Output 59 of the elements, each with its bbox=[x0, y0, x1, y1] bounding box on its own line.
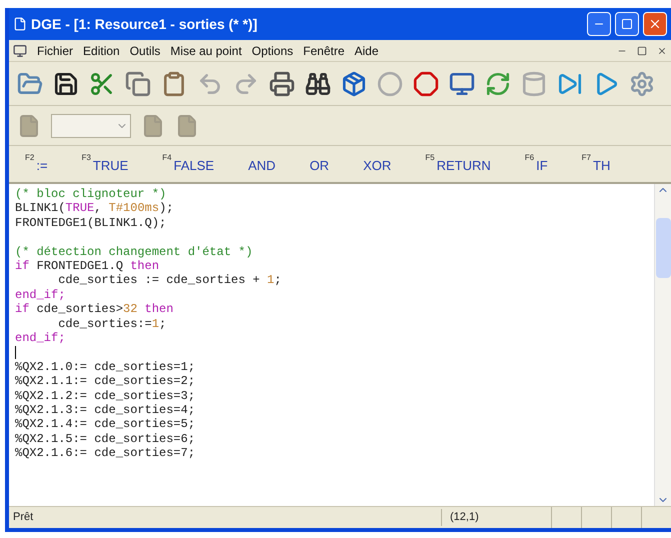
folder-icon[interactable] bbox=[17, 70, 43, 96]
menu-item[interactable]: Fenêtre bbox=[303, 42, 344, 60]
code-line: if FRONTEDGE1.Q then bbox=[15, 259, 160, 274]
restore-icon[interactable] bbox=[637, 46, 647, 56]
code-line: end_if; bbox=[15, 288, 66, 302]
menu-item[interactable]: Fichier bbox=[37, 42, 74, 60]
code-line: end_if; bbox=[15, 331, 66, 346]
close-icon bbox=[648, 17, 662, 31]
code-line: BLINK1(TRUE, T#100ms); bbox=[15, 201, 174, 216]
scissors-icon[interactable] bbox=[89, 70, 115, 96]
scroll-thumb[interactable] bbox=[656, 218, 670, 278]
monitor-icon[interactable] bbox=[449, 70, 475, 96]
binoculars-icon[interactable] bbox=[305, 70, 331, 96]
file-icon[interactable] bbox=[141, 114, 165, 138]
code-line: %QX2.1.0:= cde_sorties=1; bbox=[15, 360, 196, 374]
menu-item[interactable]: Aide bbox=[354, 42, 379, 60]
code-line: cde_sorties := cde_sorties + 1; bbox=[57, 273, 282, 288]
code-line: %QX2.1.6:= cde_sorties=7; bbox=[15, 446, 196, 461]
code-line: %QX2.1.4:= cde_sorties=5; bbox=[15, 417, 196, 432]
cursor-position: (12,1) bbox=[441, 509, 551, 526]
keyword-button[interactable]: OR bbox=[310, 153, 330, 175]
app-icon bbox=[13, 17, 27, 31]
keyword-button[interactable]: XOR bbox=[363, 153, 392, 175]
code-line: %QX2.1.5:= cde_sorties=6; bbox=[15, 432, 196, 446]
cylinder-icon[interactable] bbox=[521, 70, 547, 96]
dropdown-field[interactable] bbox=[51, 114, 131, 138]
package-icon[interactable] bbox=[341, 70, 367, 96]
refresh-icon[interactable] bbox=[485, 70, 511, 96]
file-icon[interactable] bbox=[175, 114, 199, 138]
code-line: (* bloc clignoteur *) bbox=[15, 187, 166, 202]
scrollbar[interactable] bbox=[654, 184, 671, 506]
copy-icon[interactable] bbox=[125, 70, 151, 96]
code-line: %QX2.1.1:= cde_sorties=2; bbox=[15, 374, 196, 389]
keyword-button[interactable]: AND bbox=[248, 153, 276, 175]
code-line: %QX2.1.2:= cde_sorties=3; bbox=[15, 388, 196, 404]
close-icon[interactable] bbox=[657, 46, 667, 56]
save-icon[interactable] bbox=[53, 70, 79, 96]
menu-item[interactable]: Options bbox=[252, 42, 294, 60]
code-line: %QX2.1.3:= cde_sorties=4; bbox=[15, 403, 196, 418]
code-line: (* détection changement d'état *) bbox=[15, 244, 253, 260]
code-line: FRONTEDGE1(BLINK1.Q); bbox=[15, 216, 166, 230]
code-line: cde_sorties:=1; bbox=[57, 316, 166, 332]
printer-icon[interactable] bbox=[269, 70, 295, 96]
clipboard-icon[interactable] bbox=[161, 70, 187, 96]
text-cursor bbox=[15, 346, 16, 360]
close-button[interactable] bbox=[643, 12, 667, 36]
circle-icon[interactable] bbox=[377, 70, 403, 96]
status-message: Prêt bbox=[12, 510, 34, 526]
maximize-icon bbox=[621, 18, 633, 30]
maximize-button[interactable] bbox=[615, 12, 639, 36]
settings-icon[interactable] bbox=[629, 70, 655, 96]
window-title: DGE - [1: Resource1 - sorties (* *)] bbox=[31, 14, 258, 34]
file-icon[interactable] bbox=[17, 114, 41, 138]
menu-item[interactable]: Mise au point bbox=[170, 42, 242, 60]
stop-icon[interactable] bbox=[413, 70, 439, 96]
minimize-button[interactable] bbox=[587, 12, 611, 36]
menu-item[interactable]: Edition bbox=[83, 42, 120, 60]
menu-item[interactable]: Outils bbox=[130, 42, 160, 60]
code-line: if cde_sorties>32 then bbox=[15, 302, 174, 317]
